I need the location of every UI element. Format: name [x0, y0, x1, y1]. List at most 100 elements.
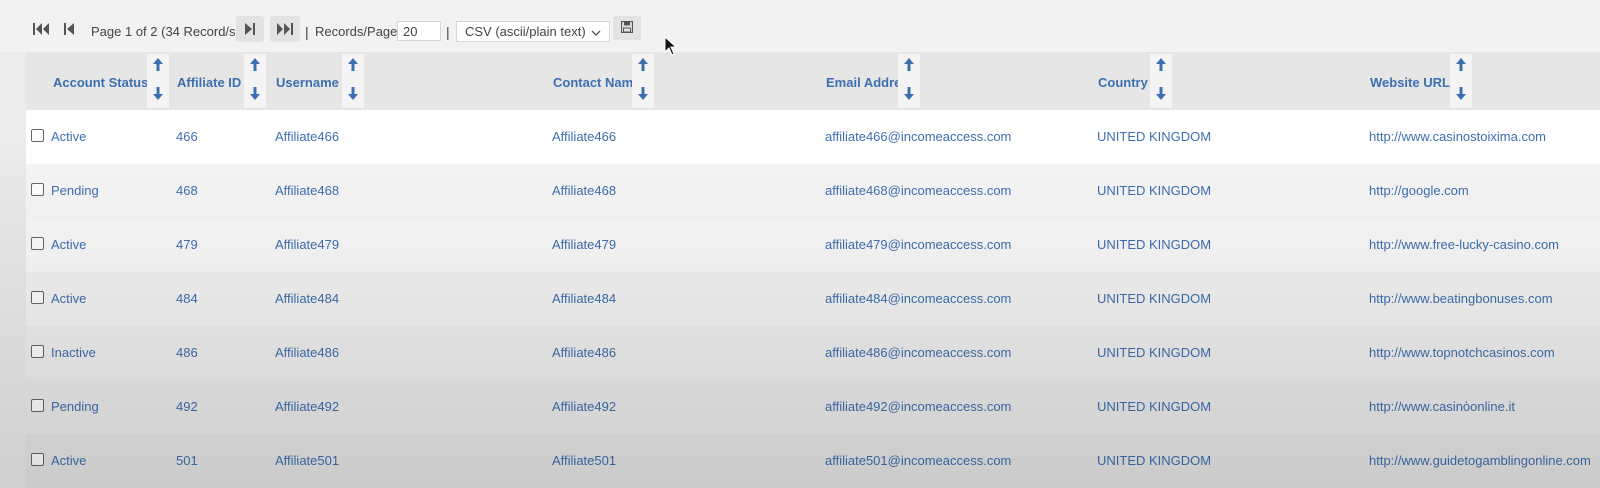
- column-label[interactable]: Account Status: [53, 75, 148, 90]
- cell-contact-name[interactable]: Affiliate468: [552, 183, 616, 198]
- next-page-button[interactable]: [236, 16, 264, 42]
- page-info: Page 1 of 2 (34 Record/s): [91, 24, 240, 39]
- sort-ascending-icon[interactable]: [637, 58, 649, 72]
- toolbar-separator: |: [305, 24, 309, 40]
- cell-country[interactable]: UNITED KINGDOM: [1097, 237, 1211, 252]
- records-per-page-input[interactable]: [397, 21, 441, 41]
- table-row: Active 466 Affiliate466 Affiliate466 aff…: [26, 110, 1600, 164]
- next-page-icon: [244, 23, 256, 35]
- cell-country[interactable]: UNITED KINGDOM: [1097, 129, 1211, 144]
- cell-account-status[interactable]: Pending: [51, 399, 99, 414]
- sort-ascending-icon[interactable]: [1455, 58, 1467, 72]
- cell-country[interactable]: UNITED KINGDOM: [1097, 399, 1211, 414]
- cell-country[interactable]: UNITED KINGDOM: [1097, 183, 1211, 198]
- last-page-icon: [277, 23, 293, 35]
- cell-username[interactable]: Affiliate468: [275, 183, 339, 198]
- sort-descending-icon[interactable]: [1155, 86, 1167, 100]
- cell-email-address[interactable]: affiliate484@incomeaccess.com: [825, 291, 1011, 306]
- cell-username[interactable]: Affiliate501: [275, 453, 339, 468]
- cell-website-url[interactable]: http://www.beatingbonuses.com: [1369, 291, 1553, 306]
- row-checkbox[interactable]: [31, 183, 44, 196]
- sort-descending-icon[interactable]: [1455, 86, 1467, 100]
- row-checkbox[interactable]: [31, 399, 44, 412]
- sort-descending-icon[interactable]: [903, 86, 915, 100]
- cell-contact-name[interactable]: Affiliate466: [552, 129, 616, 144]
- sort-ascending-icon[interactable]: [903, 58, 915, 72]
- cell-contact-name[interactable]: Affiliate479: [552, 237, 616, 252]
- column-label[interactable]: Website URL: [1370, 75, 1450, 90]
- cell-email-address[interactable]: affiliate468@incomeaccess.com: [825, 183, 1011, 198]
- cell-contact-name[interactable]: Affiliate486: [552, 345, 616, 360]
- column-label[interactable]: Country: [1098, 75, 1148, 90]
- sort-descending-icon[interactable]: [249, 86, 261, 100]
- row-checkbox[interactable]: [31, 345, 44, 358]
- cell-website-url[interactable]: http://www.topnotchcasinos.com: [1369, 345, 1555, 360]
- row-checkbox[interactable]: [31, 291, 44, 304]
- row-checkbox[interactable]: [31, 453, 44, 466]
- cell-affiliate-id[interactable]: 486: [176, 345, 198, 360]
- cell-account-status[interactable]: Pending: [51, 183, 99, 198]
- cell-username[interactable]: Affiliate466: [275, 129, 339, 144]
- prev-page-button[interactable]: [60, 16, 78, 42]
- cell-website-url[interactable]: http://www.casinòonline.it: [1369, 399, 1515, 414]
- cell-username[interactable]: Affiliate486: [275, 345, 339, 360]
- cell-account-status[interactable]: Active: [51, 129, 86, 144]
- chevron-down-icon: [591, 26, 601, 41]
- last-page-button[interactable]: [270, 16, 300, 42]
- cell-username[interactable]: Affiliate479: [275, 237, 339, 252]
- cell-website-url[interactable]: http://www.free-lucky-casino.com: [1369, 237, 1559, 252]
- cell-email-address[interactable]: affiliate492@incomeaccess.com: [825, 399, 1011, 414]
- table-header: Account Status Affiliate ID Username Con…: [26, 52, 1600, 110]
- cell-account-status[interactable]: Active: [51, 453, 86, 468]
- export-save-button[interactable]: [613, 16, 641, 40]
- first-page-button[interactable]: [30, 16, 52, 42]
- row-checkbox[interactable]: [31, 129, 44, 142]
- column-label[interactable]: Affiliate ID: [177, 75, 241, 90]
- cell-website-url[interactable]: http://google.com: [1369, 183, 1469, 198]
- cell-email-address[interactable]: affiliate486@incomeaccess.com: [825, 345, 1011, 360]
- cell-email-address[interactable]: affiliate501@incomeaccess.com: [825, 453, 1011, 468]
- sort-controls: [244, 54, 266, 108]
- cell-website-url[interactable]: http://www.casinostoixima.com: [1369, 129, 1546, 144]
- left-margin: [0, 52, 26, 488]
- cell-account-status[interactable]: Active: [51, 237, 86, 252]
- cell-username[interactable]: Affiliate484: [275, 291, 339, 306]
- cell-affiliate-id[interactable]: 492: [176, 399, 198, 414]
- cell-account-status[interactable]: Active: [51, 291, 86, 306]
- sort-ascending-icon[interactable]: [347, 58, 359, 72]
- column-label[interactable]: Username: [276, 75, 339, 90]
- cell-contact-name[interactable]: Affiliate492: [552, 399, 616, 414]
- cell-contact-name[interactable]: Affiliate501: [552, 453, 616, 468]
- cell-account-status[interactable]: Inactive: [51, 345, 96, 360]
- sort-descending-icon[interactable]: [152, 86, 164, 100]
- row-checkbox[interactable]: [31, 237, 44, 250]
- cell-affiliate-id[interactable]: 468: [176, 183, 198, 198]
- sort-ascending-icon[interactable]: [152, 58, 164, 72]
- sort-descending-icon[interactable]: [347, 86, 359, 100]
- cell-website-url[interactable]: http://www.guidetogamblingonline.com: [1369, 453, 1591, 468]
- cell-username[interactable]: Affiliate492: [275, 399, 339, 414]
- column-label[interactable]: Contact Name: [553, 75, 640, 90]
- sort-controls: [898, 54, 920, 108]
- cell-country[interactable]: UNITED KINGDOM: [1097, 345, 1211, 360]
- cell-country[interactable]: UNITED KINGDOM: [1097, 291, 1211, 306]
- affiliates-table: Account Status Affiliate ID Username Con…: [26, 52, 1600, 488]
- export-format-value: CSV (ascii/plain text): [465, 24, 586, 39]
- toolbar-separator: |: [446, 24, 450, 40]
- cell-affiliate-id[interactable]: 501: [176, 453, 198, 468]
- cell-affiliate-id[interactable]: 466: [176, 129, 198, 144]
- cell-affiliate-id[interactable]: 479: [176, 237, 198, 252]
- cell-country[interactable]: UNITED KINGDOM: [1097, 453, 1211, 468]
- export-format-select[interactable]: CSV (ascii/plain text): [456, 21, 610, 42]
- sort-ascending-icon[interactable]: [249, 58, 261, 72]
- prev-page-icon: [63, 23, 75, 35]
- table-row: Inactive 486 Affiliate486 Affiliate486 a…: [26, 326, 1600, 380]
- table-row: Active 484 Affiliate484 Affiliate484 aff…: [26, 272, 1600, 326]
- sort-ascending-icon[interactable]: [1155, 58, 1167, 72]
- table-row: Pending 468 Affiliate468 Affiliate468 af…: [26, 164, 1600, 218]
- sort-descending-icon[interactable]: [637, 86, 649, 100]
- cell-affiliate-id[interactable]: 484: [176, 291, 198, 306]
- cell-email-address[interactable]: affiliate479@incomeaccess.com: [825, 237, 1011, 252]
- cell-email-address[interactable]: affiliate466@incomeaccess.com: [825, 129, 1011, 144]
- cell-contact-name[interactable]: Affiliate484: [552, 291, 616, 306]
